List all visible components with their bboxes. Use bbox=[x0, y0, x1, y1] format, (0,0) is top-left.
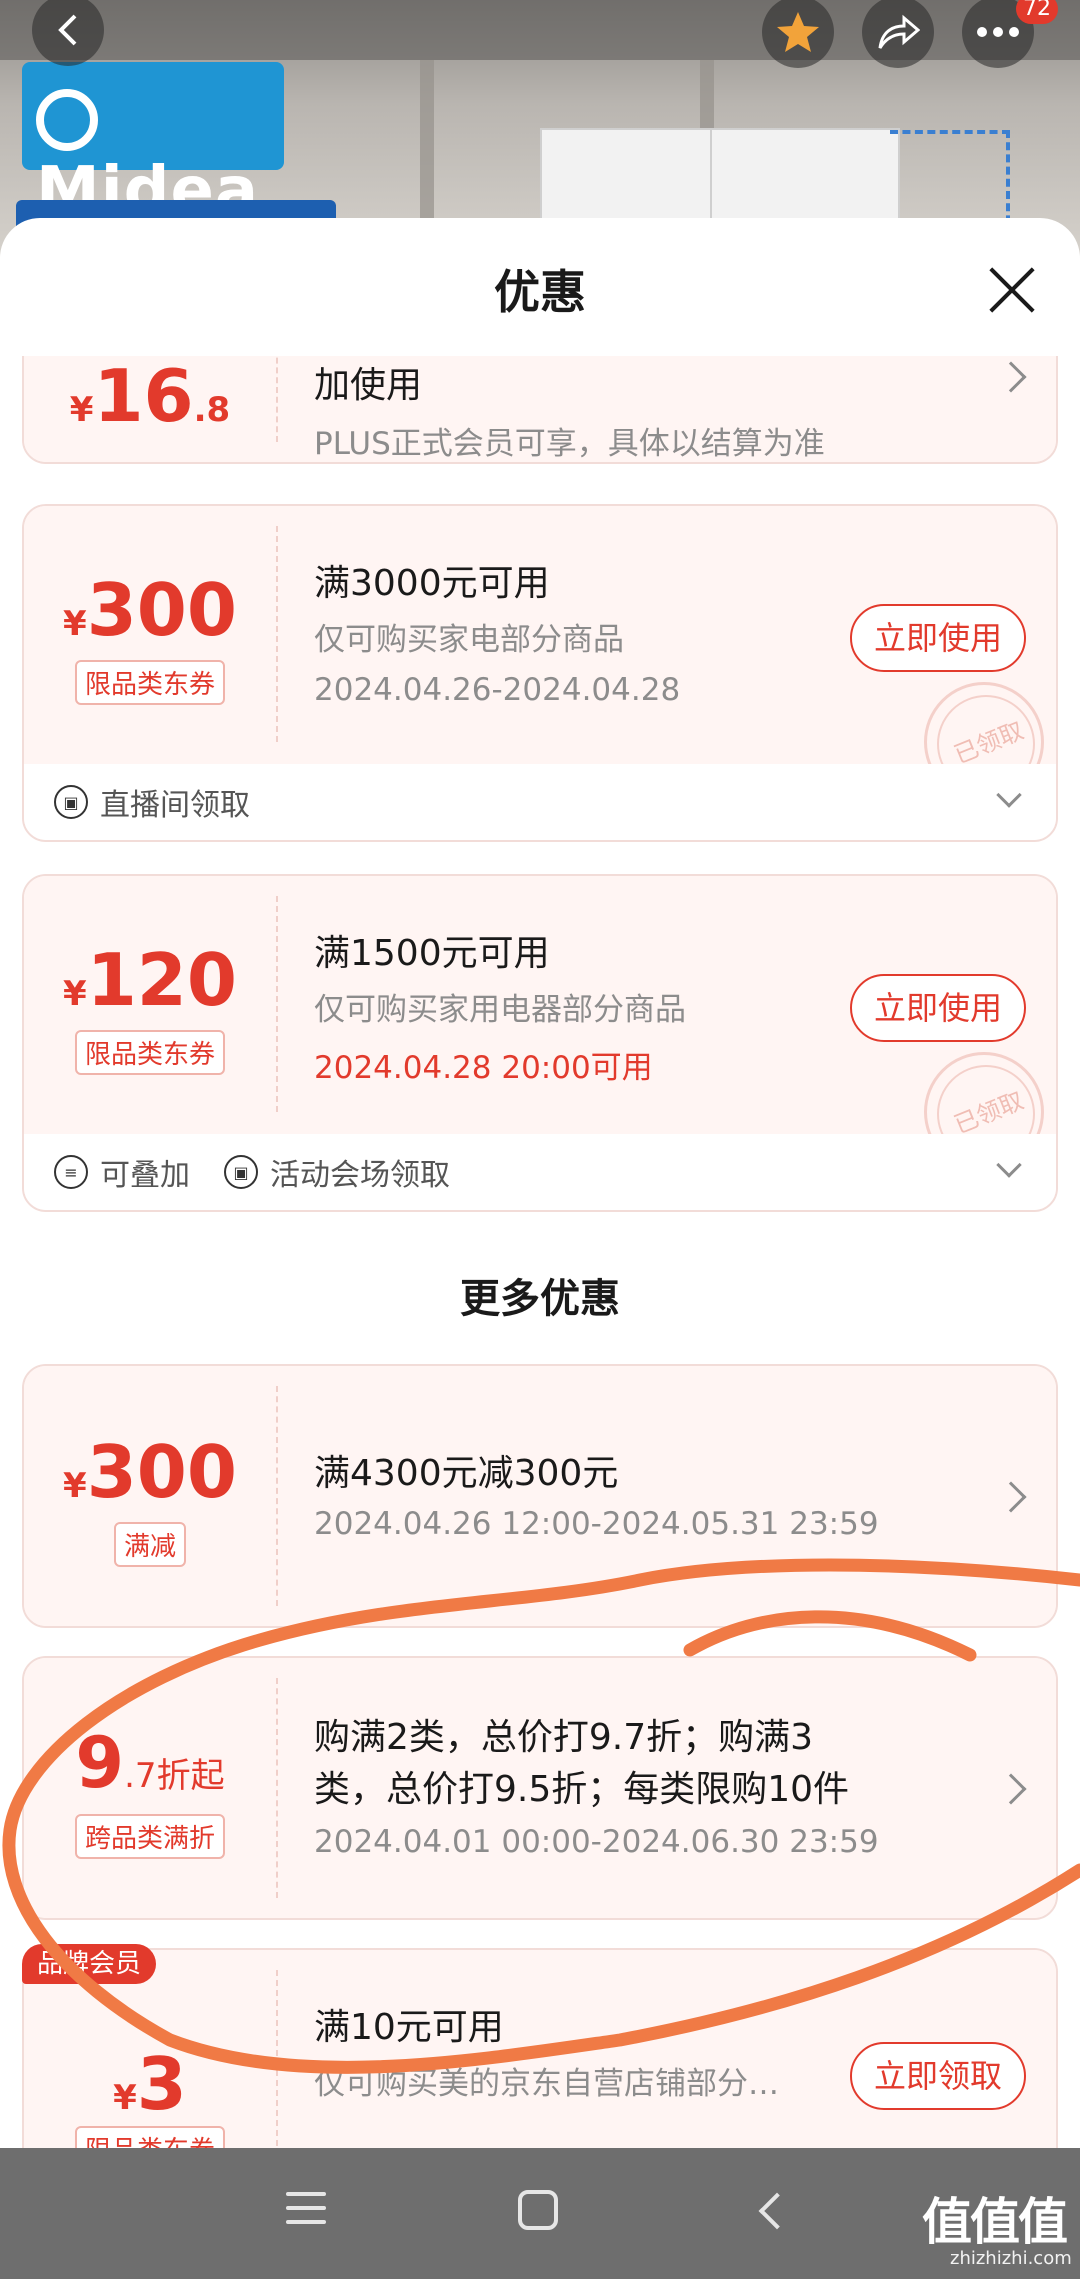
coupon-list[interactable]: ¥16.8 加使用 PLUS正式会员可享，具体以结算为准 ¥300 限品类东券 … bbox=[0, 356, 1080, 2148]
notification-count-badge: 72 bbox=[1016, 0, 1058, 24]
back-arrow-icon bbox=[58, 14, 77, 46]
promo-card[interactable]: ¥300 满减 满4300元减300元 2024.04.26 12:00-202… bbox=[22, 1364, 1058, 1628]
sheet-title: 优惠 bbox=[494, 265, 586, 319]
promo-card: ¥3 限品类东券 满10元可用 仅可购买美的京东自营店铺部分… 立即领取 bbox=[22, 1948, 1058, 2148]
promo-card[interactable]: 9.7折起 跨品类满折 购满2类，总价打9.7折；购满3 类，总价打9.5折；每… bbox=[22, 1656, 1058, 1920]
coupon-amount: 120 bbox=[86, 938, 237, 1022]
system-nav-bar: 值值值 zhizhizhi.com bbox=[0, 2148, 1080, 2279]
promo-amount: 3 bbox=[136, 2042, 187, 2126]
home-icon[interactable] bbox=[518, 2190, 558, 2230]
back-icon[interactable] bbox=[758, 2192, 796, 2230]
watermark-url: zhizhizhi.com bbox=[950, 2248, 1072, 2269]
coupon-validity: 2024.04.26-2024.04.28 bbox=[314, 672, 681, 708]
star-icon bbox=[777, 12, 819, 52]
promo-description: 仅可购买美的京东自营店铺部分… bbox=[314, 2066, 779, 2102]
watermark-text: 值值值 bbox=[922, 2193, 1068, 2251]
promo-validity: 2024.04.26 12:00-2024.05.31 23:59 bbox=[314, 1506, 879, 1542]
chevron-down-icon[interactable] bbox=[996, 1152, 1022, 1178]
coupon-description: PLUS正式会员可享，具体以结算为准 bbox=[314, 426, 825, 462]
promo-type-tag: 跨品类满折 bbox=[74, 1814, 226, 1859]
ticket-icon: ▣ bbox=[224, 1155, 258, 1189]
promo-validity: 2024.04.01 00:00-2024.06.30 23:59 bbox=[314, 1824, 879, 1860]
coupon-condition: 满3000元可用 bbox=[314, 563, 550, 604]
coupon-card: ¥120 限品类东券 满1500元可用 仅可购买家用电器部分商品 2024.04… bbox=[22, 874, 1058, 1212]
footer-stackable-label: 可叠加 bbox=[100, 1158, 190, 1193]
midea-ring-icon bbox=[36, 89, 98, 152]
use-now-button[interactable]: 立即使用 bbox=[850, 974, 1026, 1042]
stack-icon: ≡ bbox=[54, 1155, 88, 1189]
coupon-amount: 16 bbox=[93, 356, 194, 438]
currency-symbol: ¥ bbox=[69, 390, 94, 430]
footer-source: ▣ 直播间领取 bbox=[54, 784, 250, 823]
more-icon bbox=[977, 27, 1019, 37]
promo-type-tag: 限品类东券 bbox=[74, 2126, 226, 2148]
discount-sheet: 优惠 ¥16.8 加使用 PLUS正式会员可享，具体以结算为准 ¥300 限品类… bbox=[0, 218, 1080, 2148]
coupon-description: 仅可购买家电部分商品 bbox=[314, 622, 624, 658]
promo-type-tag: 满减 bbox=[113, 1522, 187, 1567]
coupon-card: ¥300 限品类东券 满3000元可用 仅可购买家电部分商品 2024.04.2… bbox=[22, 504, 1058, 842]
promo-condition: 满10元可用 bbox=[314, 2007, 504, 2048]
coupon-validity: 2024.04.28 20:00可用 bbox=[314, 1050, 653, 1086]
footer-source: ▣ 活动会场领取 bbox=[224, 1154, 450, 1193]
footer-stackable: ≡ 可叠加 bbox=[54, 1154, 190, 1193]
coupon-amount: 300 bbox=[86, 568, 237, 652]
currency-symbol: ¥ bbox=[63, 604, 87, 644]
ticket-icon: ▣ bbox=[54, 785, 88, 819]
coupon-type-tag: 限品类东券 bbox=[74, 660, 226, 705]
brand-logo: Midea bbox=[22, 62, 284, 228]
use-now-button[interactable]: 立即使用 bbox=[850, 604, 1026, 672]
currency-symbol: ¥ bbox=[113, 2078, 137, 2118]
coupon-condition: 满1500元可用 bbox=[314, 933, 550, 974]
menu-icon[interactable] bbox=[286, 2192, 326, 2232]
footer-source-label: 活动会场领取 bbox=[270, 1158, 450, 1193]
promo-condition: 购满2类，总价打9.7折；购满3 bbox=[314, 1717, 814, 1758]
coupon-description: 仅可购买家用电器部分商品 bbox=[314, 992, 686, 1028]
currency-symbol: ¥ bbox=[63, 974, 87, 1014]
share-icon bbox=[878, 14, 920, 49]
promo-amount: 300 bbox=[86, 1430, 237, 1514]
promo-discount: 9 bbox=[75, 1722, 125, 1804]
currency-symbol: ¥ bbox=[63, 1466, 87, 1506]
coupon-footer[interactable]: ▣ 直播间领取 bbox=[24, 764, 1056, 840]
more-discounts-title: 更多优惠 bbox=[460, 1276, 620, 1322]
claim-now-button[interactable]: 立即领取 bbox=[850, 2042, 1026, 2110]
promo-condition-cont: 类，总价打9.5折；每类限购10件 bbox=[314, 1769, 850, 1810]
promo-discount-tail: .7折起 bbox=[124, 1756, 225, 1796]
close-icon[interactable] bbox=[982, 260, 1042, 320]
coupon-amount-decimal: .8 bbox=[193, 390, 231, 430]
coupon-footer[interactable]: ≡ 可叠加 ▣ 活动会场领取 bbox=[24, 1134, 1056, 1210]
coupon-card[interactable]: ¥16.8 加使用 PLUS正式会员可享，具体以结算为准 bbox=[22, 356, 1058, 464]
footer-source-label: 直播间领取 bbox=[100, 788, 250, 823]
coupon-condition: 加使用 bbox=[314, 365, 423, 406]
coupon-type-tag: 限品类东券 bbox=[74, 1030, 226, 1075]
promo-condition: 满4300元减300元 bbox=[314, 1453, 619, 1494]
chevron-down-icon[interactable] bbox=[996, 782, 1022, 808]
brand-member-badge: 品牌会员 bbox=[22, 1944, 156, 1984]
